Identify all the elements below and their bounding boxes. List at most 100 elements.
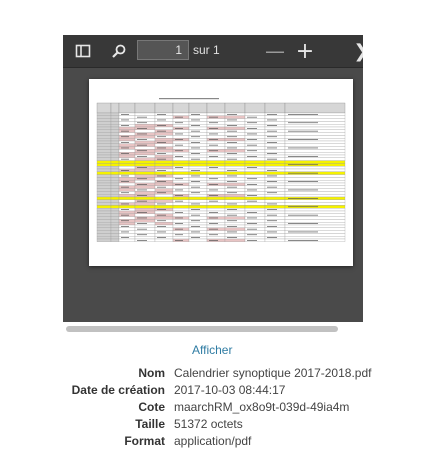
cell-text-mark xyxy=(288,139,318,140)
table-cell xyxy=(134,124,156,128)
table-cell xyxy=(110,129,120,133)
table-cell xyxy=(96,129,112,133)
table-header-cell xyxy=(264,102,286,114)
table-cell xyxy=(96,194,112,198)
sidebar-toggle-icon[interactable] xyxy=(71,39,95,63)
table-cell xyxy=(188,196,208,200)
table-cell xyxy=(172,118,190,122)
cell-text-mark xyxy=(157,136,166,138)
table-cell xyxy=(224,163,246,167)
table-cell xyxy=(110,138,120,142)
table-cell xyxy=(284,216,346,220)
cell-text-mark xyxy=(247,200,257,202)
table-cell xyxy=(244,157,266,161)
pdf-page-area[interactable] xyxy=(63,68,363,322)
table-cell xyxy=(96,115,112,119)
cell-text-mark xyxy=(267,119,277,121)
table-cell xyxy=(118,163,136,167)
table-cell xyxy=(284,135,346,139)
table-cell xyxy=(188,177,208,181)
table-cell xyxy=(224,210,246,214)
cell-text-mark xyxy=(288,130,318,132)
table-cell xyxy=(96,163,112,167)
table-cell xyxy=(188,149,208,153)
table-cell xyxy=(134,112,156,116)
table-cell xyxy=(96,238,112,242)
page-number-input[interactable] xyxy=(137,40,189,60)
table-cell xyxy=(224,196,246,200)
table-cell xyxy=(134,140,156,144)
table-cell xyxy=(206,202,226,206)
table-cell xyxy=(284,191,346,195)
table-cell xyxy=(188,160,208,164)
table-cell xyxy=(110,166,120,170)
zoom-out-button[interactable]: — xyxy=(263,39,287,63)
table-header-cell xyxy=(224,102,246,114)
info-row-taille: Taille 51372 octets xyxy=(0,417,436,434)
table-cell xyxy=(154,182,174,186)
cell-text-mark xyxy=(175,178,183,180)
plus-icon: + xyxy=(295,38,315,64)
table-cell xyxy=(188,121,208,125)
cell-text-mark xyxy=(137,228,147,230)
table-cell xyxy=(110,230,120,234)
table-cell xyxy=(134,230,156,234)
table-cell xyxy=(110,210,120,214)
cell-text-mark xyxy=(267,220,277,222)
table-cell xyxy=(188,182,208,186)
cell-text-mark xyxy=(227,214,237,216)
table-header-cell xyxy=(206,102,226,114)
table-cell xyxy=(96,140,112,144)
cell-text-mark xyxy=(191,192,200,194)
table-cell xyxy=(110,205,120,209)
table-cell xyxy=(284,132,346,136)
cell-text-mark xyxy=(137,150,147,152)
cell-text-mark xyxy=(157,226,166,227)
cell-text-mark xyxy=(157,209,166,210)
table-cell xyxy=(206,191,226,195)
cell-text-mark xyxy=(157,170,166,171)
cell-text-mark xyxy=(288,114,318,115)
table-cell xyxy=(188,194,208,198)
table-cell xyxy=(264,205,286,209)
cell-text-mark xyxy=(121,186,129,188)
table-cell xyxy=(244,129,266,133)
table-cell xyxy=(284,124,346,128)
table-cell xyxy=(244,224,266,228)
table-cell xyxy=(118,194,136,198)
info-row-format: Format application/pdf xyxy=(0,434,436,451)
cell-text-mark xyxy=(209,156,218,157)
table-cell xyxy=(110,185,120,189)
table-cell xyxy=(96,227,112,231)
table-cell xyxy=(264,166,286,170)
afficher-link[interactable]: Afficher xyxy=(192,343,232,357)
pdf-page-content xyxy=(96,98,346,242)
table-cell xyxy=(244,205,266,209)
table-cell xyxy=(206,157,226,161)
cell-text-mark xyxy=(175,128,183,129)
cell-text-mark xyxy=(121,231,129,233)
cell-text-mark xyxy=(209,128,218,129)
table-cell xyxy=(96,182,112,186)
table-cell xyxy=(224,188,246,192)
table-cell xyxy=(154,115,174,119)
table-cell xyxy=(118,126,136,130)
cell-text-mark xyxy=(288,231,318,233)
cell-text-mark xyxy=(227,158,237,160)
table-cell xyxy=(264,171,286,175)
table-cell xyxy=(284,185,346,189)
table-cell xyxy=(284,152,346,156)
table-cell xyxy=(264,227,286,231)
horizontal-scrollbar[interactable] xyxy=(66,326,338,332)
table-cell xyxy=(188,222,208,226)
minus-icon: — xyxy=(265,39,285,63)
table-cell xyxy=(96,180,112,184)
cell-text-mark xyxy=(267,181,277,182)
search-icon[interactable] xyxy=(107,39,131,63)
zoom-in-button[interactable]: + xyxy=(293,38,317,64)
table-cell xyxy=(154,188,174,192)
cell-text-mark xyxy=(157,231,166,233)
pdf-page-thumbnail xyxy=(89,79,353,266)
table-cell xyxy=(244,112,266,116)
next-page-button[interactable]: ❯ xyxy=(351,39,363,63)
